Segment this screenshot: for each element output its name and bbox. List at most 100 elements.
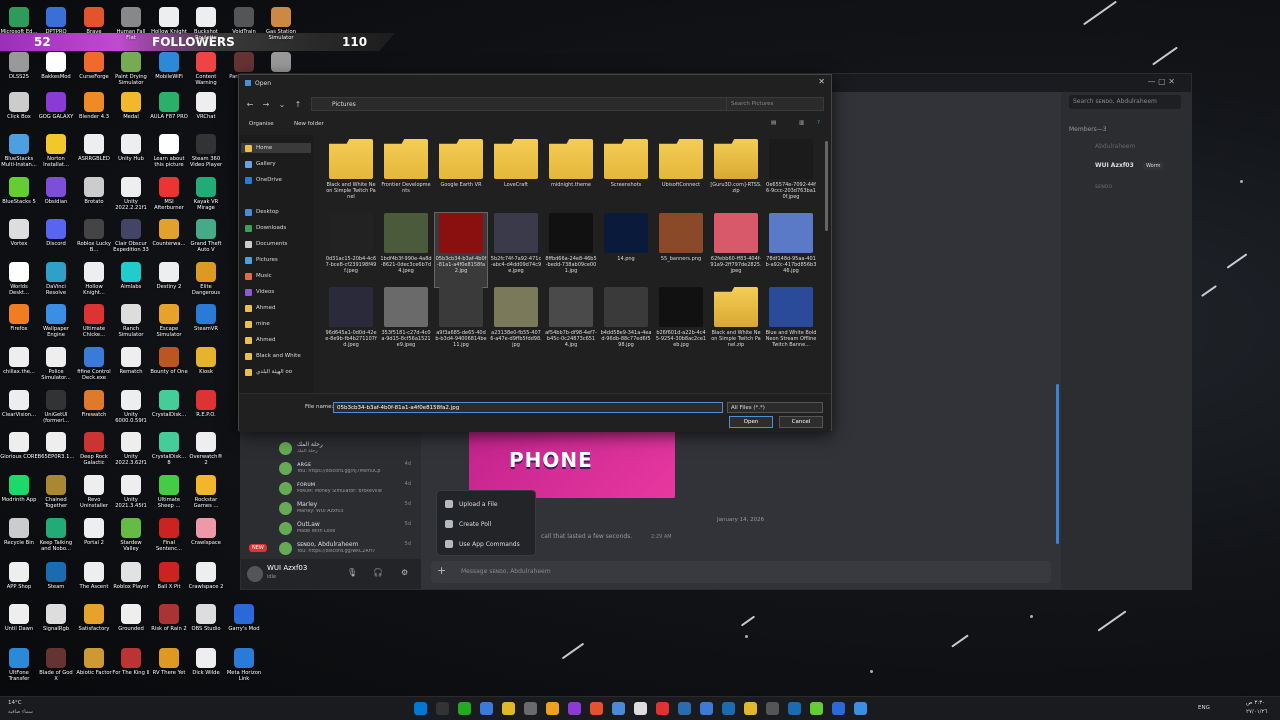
- weather-temp[interactable]: 14°C: [8, 700, 22, 706]
- desktop-icon[interactable]: Abiotic Factor: [75, 648, 113, 676]
- desktop-icon[interactable]: Unity 2021.3.45f1: [112, 475, 150, 509]
- upload-file-item[interactable]: Upload a File: [445, 500, 498, 508]
- file-item[interactable]: Black and White Neon Simple Twitch Panel: [325, 139, 377, 213]
- nav-item[interactable]: Ahmed: [245, 335, 275, 345]
- taskbar-app-icon[interactable]: [502, 702, 515, 715]
- desktop-icon[interactable]: Overwatch® 2: [187, 432, 225, 466]
- desktop-icon[interactable]: Firewatch: [75, 390, 113, 418]
- file-item[interactable]: b4dd58e9-341a-4ead-96db-88c77ed6f598.jpg: [600, 287, 652, 361]
- file-item[interactable]: 0e65574e-7092-44f6-9ccc-203d763ba10f.jpe…: [765, 139, 817, 213]
- desktop-icon[interactable]: Meta Horizon Link: [225, 648, 263, 682]
- taskbar-app-icon[interactable]: [524, 702, 537, 715]
- desktop-icon[interactable]: Bounty of One: [150, 347, 188, 375]
- desktop-icon[interactable]: Unity 6000.0.59f1: [112, 390, 150, 424]
- desktop-icon[interactable]: Wallpaper Engine: [37, 304, 75, 338]
- desktop-icon[interactable]: UniGetUI (formerl...: [37, 390, 75, 424]
- path-box[interactable]: Pictures: [311, 97, 729, 111]
- desktop-icon[interactable]: Crawlspace 2: [187, 562, 225, 590]
- desktop-icon[interactable]: Steam: [37, 562, 75, 590]
- dm-item[interactable]: Marley Marley: WUI Azxf03 5d: [279, 500, 419, 518]
- desktop-icon[interactable]: Keep Talking and Nobo...: [37, 518, 75, 552]
- nav-item[interactable]: Documents: [245, 239, 287, 249]
- desktop-icon[interactable]: Risk of Rain 2: [150, 604, 188, 632]
- create-poll-item[interactable]: Create Poll: [445, 520, 491, 528]
- desktop-icon[interactable]: Deep Rock Galactic: [75, 432, 113, 466]
- taskbar-app-icon[interactable]: [810, 702, 823, 715]
- nav-item[interactable]: Pictures: [245, 255, 278, 265]
- desktop-icon[interactable]: Escape Simulator: [150, 304, 188, 338]
- desktop-icon[interactable]: Norton Installat...: [37, 134, 75, 168]
- taskbar-app-icon[interactable]: [832, 702, 845, 715]
- desktop-icon[interactable]: Clair Obscur Expedition 33: [112, 219, 150, 253]
- taskbar-app-icon[interactable]: [700, 702, 713, 715]
- taskbar-app-icon[interactable]: [854, 702, 867, 715]
- desktop-icon[interactable]: Brave: [75, 7, 113, 35]
- desktop-icon[interactable]: VRChat: [187, 92, 225, 120]
- taskbar-app-icon[interactable]: [634, 702, 647, 715]
- taskbar-app-icon[interactable]: [458, 702, 471, 715]
- desktop-icon[interactable]: Garry's Mod: [225, 604, 263, 632]
- desktop-icon[interactable]: RV There Yet: [150, 648, 188, 676]
- file-item[interactable]: 0d31ac15-20b4-4c67-bce8-cf239198f49f.jpe…: [325, 213, 377, 287]
- desktop-icon[interactable]: Counterwa...: [150, 219, 188, 247]
- desktop-icon[interactable]: OBS Studio: [187, 604, 225, 632]
- desktop-icon[interactable]: DLSS25: [0, 52, 38, 80]
- mic-icon[interactable]: 🎙: [347, 568, 357, 577]
- desktop-icon[interactable]: Satisfactory: [75, 604, 113, 632]
- desktop-icon[interactable]: Aimlabs: [112, 262, 150, 290]
- desktop-icon[interactable]: Grounded: [112, 604, 150, 632]
- scrollbar[interactable]: [1056, 384, 1059, 544]
- desktop-icon[interactable]: Steam 360 Video Player: [187, 134, 225, 168]
- chevron-down-icon[interactable]: ⌄: [277, 100, 287, 109]
- desktop-icon[interactable]: Glorious CORE: [0, 432, 38, 460]
- taskbar-app-icon[interactable]: [656, 702, 669, 715]
- language-indicator[interactable]: ENG: [1198, 705, 1210, 711]
- help-icon[interactable]: ?: [817, 120, 820, 126]
- view-icon[interactable]: ▤: [771, 120, 776, 126]
- nav-item[interactable]: Music: [245, 271, 272, 281]
- organise-button[interactable]: Organise: [249, 121, 274, 127]
- clock-date[interactable]: ٢٧/٠١/٢٦: [1246, 709, 1267, 715]
- desktop-icon[interactable]: Chained Together: [37, 475, 75, 509]
- back-icon[interactable]: ←: [245, 100, 255, 109]
- desktop-icon[interactable]: Hollow Knight: [150, 7, 188, 35]
- desktop-icon[interactable]: SignalRgb: [37, 604, 75, 632]
- nav-item[interactable]: Home: [241, 143, 311, 153]
- desktop-icon[interactable]: Gas Station Simulator: [262, 7, 300, 41]
- desktop-icon[interactable]: Learn about this picture: [150, 134, 188, 168]
- file-item[interactable]: 8ffbd66a-24e8-46b5-bedd-738ab09ce001.jpg: [545, 213, 597, 287]
- desktop-icon[interactable]: CrystalDisk... 8: [150, 432, 188, 466]
- file-item[interactable]: 96d645a1-0d0d-42ee-8e9b-fb4b271107fd.jpe…: [325, 287, 377, 361]
- desktop-icon[interactable]: For The King II: [112, 648, 150, 676]
- desktop-icon[interactable]: SteamVR: [187, 304, 225, 332]
- desktop-icon[interactable]: Kayak VR Mirage: [187, 177, 225, 211]
- nav-item[interactable]: Ahmed: [245, 303, 275, 313]
- member-1[interactable]: WUI Azxf03: [1095, 162, 1134, 169]
- desktop-icon[interactable]: Ultimate Chicke...: [75, 304, 113, 338]
- file-item[interactable]: Google Earth VR: [435, 139, 487, 213]
- taskbar-app-icon[interactable]: [436, 702, 449, 715]
- up-icon[interactable]: ↑: [293, 100, 303, 109]
- desktop-icon[interactable]: Obsidian: [37, 177, 75, 205]
- desktop-icon[interactable]: Grand Theft Auto V: [187, 219, 225, 253]
- desktop-icon[interactable]: Worlds Deskt...: [0, 262, 38, 296]
- start-icon[interactable]: [414, 702, 427, 715]
- close-icon[interactable]: ✕: [818, 77, 825, 86]
- desktop-icon[interactable]: Kiosk: [187, 347, 225, 375]
- file-item[interactable]: 55_banners.png: [655, 213, 707, 287]
- nav-item[interactable]: OneDrive: [245, 175, 282, 185]
- desktop-icon[interactable]: Roblox Player: [112, 562, 150, 590]
- desktop-icon[interactable]: DaVinci Resolve: [37, 262, 75, 296]
- desktop-icon[interactable]: Final Sentenc...: [150, 518, 188, 552]
- nav-item[interactable]: Gallery: [245, 159, 276, 169]
- app-commands-item[interactable]: Use App Commands: [445, 540, 520, 548]
- desktop-icon[interactable]: R.E.P.O.: [187, 390, 225, 418]
- file-item[interactable]: [Guru3D.com]-RTSS.zip: [710, 139, 762, 213]
- gear-icon[interactable]: ⚙: [401, 568, 408, 577]
- desktop-icon[interactable]: MSI Afterburner: [150, 177, 188, 211]
- nav-item[interactable]: Desktop: [245, 207, 279, 217]
- breadcrumb[interactable]: Pictures: [332, 101, 356, 108]
- desktop-icon[interactable]: Portal 2: [75, 518, 113, 546]
- desktop-icon[interactable]: Until Dawn: [0, 604, 38, 632]
- file-item[interactable]: Blue and White Bold Neon Stream Offline …: [765, 287, 817, 361]
